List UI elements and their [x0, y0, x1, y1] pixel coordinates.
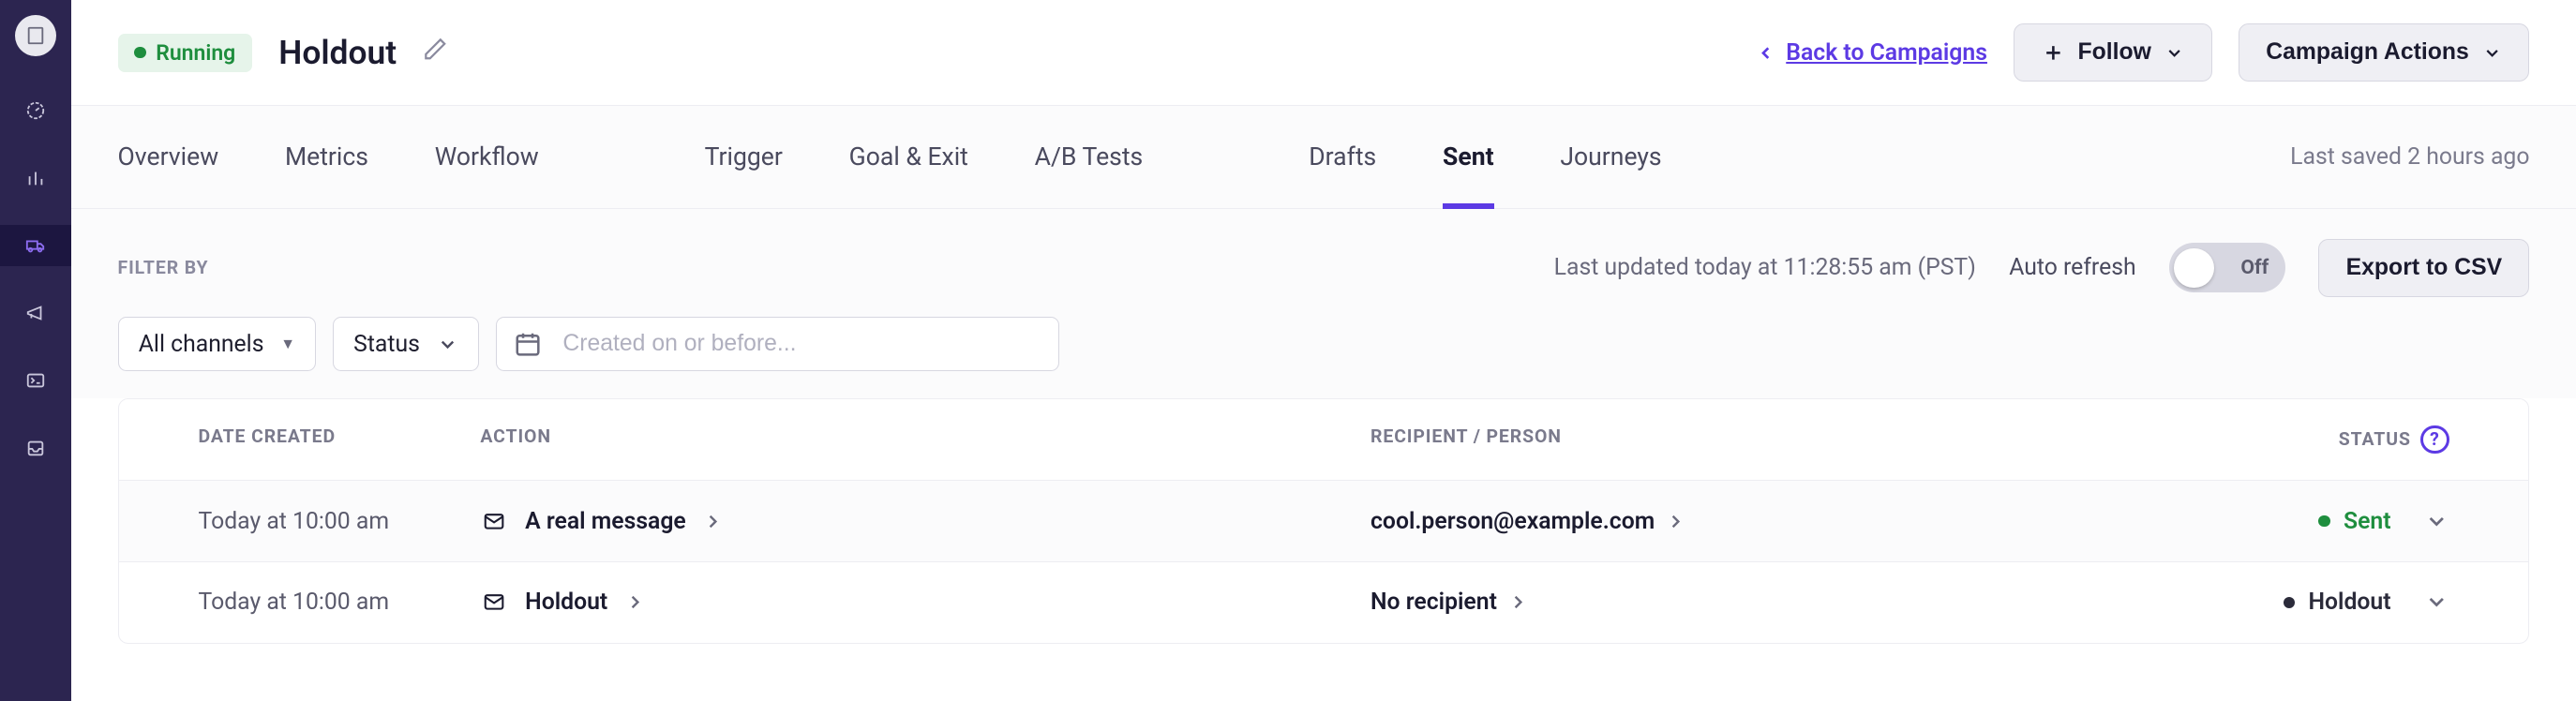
- campaign-actions-button[interactable]: Campaign Actions: [2239, 23, 2530, 82]
- edit-title-button[interactable]: [423, 37, 448, 68]
- auto-refresh-toggle[interactable]: Off: [2169, 243, 2285, 292]
- chevron-right-icon: [1507, 591, 1529, 613]
- follow-label: Follow: [2078, 39, 2151, 66]
- tab-sent[interactable]: Sent: [1443, 106, 1494, 209]
- gauge-icon: [25, 100, 46, 121]
- cell-date: Today at 10:00 am: [199, 589, 481, 616]
- status-badge: Running: [118, 34, 252, 72]
- tab-group-1: Overview Metrics Workflow: [118, 106, 539, 209]
- status-select[interactable]: Status: [333, 317, 479, 371]
- page-title: Holdout: [278, 33, 397, 72]
- cell-action[interactable]: A real message: [480, 508, 1370, 535]
- channels-select[interactable]: All channels ▼: [118, 317, 317, 371]
- workspace-logo[interactable]: [15, 15, 56, 56]
- tab-drafts[interactable]: Drafts: [1309, 106, 1376, 209]
- tab-workflow[interactable]: Workflow: [435, 106, 539, 209]
- sidebar-item-broadcasts[interactable]: [0, 292, 71, 334]
- tab-metrics[interactable]: Metrics: [285, 106, 368, 209]
- sidebar-item-analytics[interactable]: [0, 157, 71, 199]
- tab-goal-exit[interactable]: Goal & Exit: [849, 106, 968, 209]
- chevron-down-icon: [437, 334, 458, 355]
- status-badge: Sent: [2318, 508, 2390, 535]
- sidebar-item-dashboard[interactable]: [0, 90, 71, 131]
- page-header: Running Holdout Back to Campaigns Follow…: [71, 0, 2576, 106]
- back-link-label: Back to Campaigns: [1786, 39, 1987, 67]
- sidebar-item-campaigns[interactable]: [0, 225, 71, 266]
- export-csv-button[interactable]: Export to CSV: [2318, 239, 2529, 297]
- col-recipient-header: RECIPIENT / PERSON: [1370, 425, 2267, 454]
- table-row: Today at 10:00 am Holdout No recipient H…: [119, 561, 2529, 643]
- tab-journeys[interactable]: Journeys: [1560, 106, 1661, 209]
- tab-group-2: Trigger Goal & Exit A/B Tests: [705, 106, 1144, 209]
- building-icon: [25, 25, 46, 46]
- tab-ab-tests[interactable]: A/B Tests: [1035, 106, 1144, 209]
- expand-row-button[interactable]: [2424, 509, 2449, 534]
- col-date-header: DATE CREATED: [199, 425, 481, 454]
- table-header: DATE CREATED ACTION RECIPIENT / PERSON S…: [119, 399, 2529, 481]
- mail-icon: [480, 590, 508, 614]
- col-status-header: STATUS ?: [2267, 425, 2449, 454]
- cell-recipient[interactable]: No recipient: [1370, 589, 2267, 616]
- chevron-right-icon: [624, 591, 646, 613]
- chevron-down-icon: [2482, 43, 2502, 63]
- status-text: Running: [156, 40, 235, 66]
- auto-refresh-label: Auto refresh: [2009, 254, 2135, 281]
- campaign-tabs: Overview Metrics Workflow Trigger Goal &…: [71, 106, 2576, 209]
- table-row: Today at 10:00 am A real message cool.pe…: [119, 480, 2529, 561]
- triangle-down-icon: ▼: [280, 335, 295, 353]
- cell-date: Today at 10:00 am: [199, 508, 481, 535]
- chevron-down-icon: [2164, 43, 2184, 63]
- tab-trigger[interactable]: Trigger: [705, 106, 783, 209]
- mail-icon: [480, 510, 508, 533]
- calendar-icon: [514, 330, 542, 358]
- chevron-left-icon: [1756, 43, 1775, 63]
- cell-action[interactable]: Holdout: [480, 589, 1370, 616]
- cell-recipient[interactable]: cool.person@example.com: [1370, 508, 2267, 535]
- help-icon[interactable]: ?: [2420, 425, 2449, 454]
- sidebar-item-transactional[interactable]: [0, 360, 71, 401]
- created-date-input[interactable]: [496, 317, 1060, 371]
- tab-overview[interactable]: Overview: [118, 106, 219, 209]
- plus-icon: [2042, 41, 2065, 65]
- expand-row-button[interactable]: [2424, 589, 2449, 615]
- col-action-header: ACTION: [480, 425, 1370, 454]
- main-content: Running Holdout Back to Campaigns Follow…: [71, 0, 2576, 701]
- last-saved-text: Last saved 2 hours ago: [2290, 143, 2529, 171]
- channels-value: All channels: [139, 331, 264, 358]
- follow-button[interactable]: Follow: [2014, 23, 2211, 82]
- filter-bar: FILTER BY Last updated today at 11:28:55…: [71, 209, 2576, 398]
- toggle-knob-icon: [2174, 248, 2213, 288]
- status-badge: Holdout: [2284, 589, 2391, 616]
- status-value: Status: [353, 331, 420, 358]
- app-sidebar: [0, 0, 71, 701]
- chevron-right-icon: [1665, 511, 1686, 532]
- pencil-icon: [423, 37, 448, 62]
- back-to-campaigns-link[interactable]: Back to Campaigns: [1756, 39, 1987, 67]
- export-csv-label: Export to CSV: [2346, 255, 2503, 281]
- bar-chart-icon: [25, 168, 46, 188]
- last-updated-text: Last updated today at 11:28:55 am (PST): [1554, 254, 1976, 281]
- created-date-field[interactable]: [562, 318, 1039, 370]
- tab-group-3: Drafts Sent Journeys: [1309, 106, 1661, 209]
- truck-icon: [24, 235, 47, 256]
- status-dot-icon: [134, 47, 145, 58]
- chevron-right-icon: [702, 511, 724, 532]
- terminal-icon: [25, 370, 46, 391]
- megaphone-icon: [25, 303, 46, 323]
- sidebar-item-deliveries[interactable]: [0, 427, 71, 469]
- toggle-state-label: Off: [2240, 256, 2269, 279]
- filter-by-label: FILTER BY: [118, 257, 209, 278]
- campaign-actions-label: Campaign Actions: [2266, 39, 2469, 66]
- deliveries-table: DATE CREATED ACTION RECIPIENT / PERSON S…: [118, 398, 2530, 644]
- inbox-icon: [25, 438, 46, 458]
